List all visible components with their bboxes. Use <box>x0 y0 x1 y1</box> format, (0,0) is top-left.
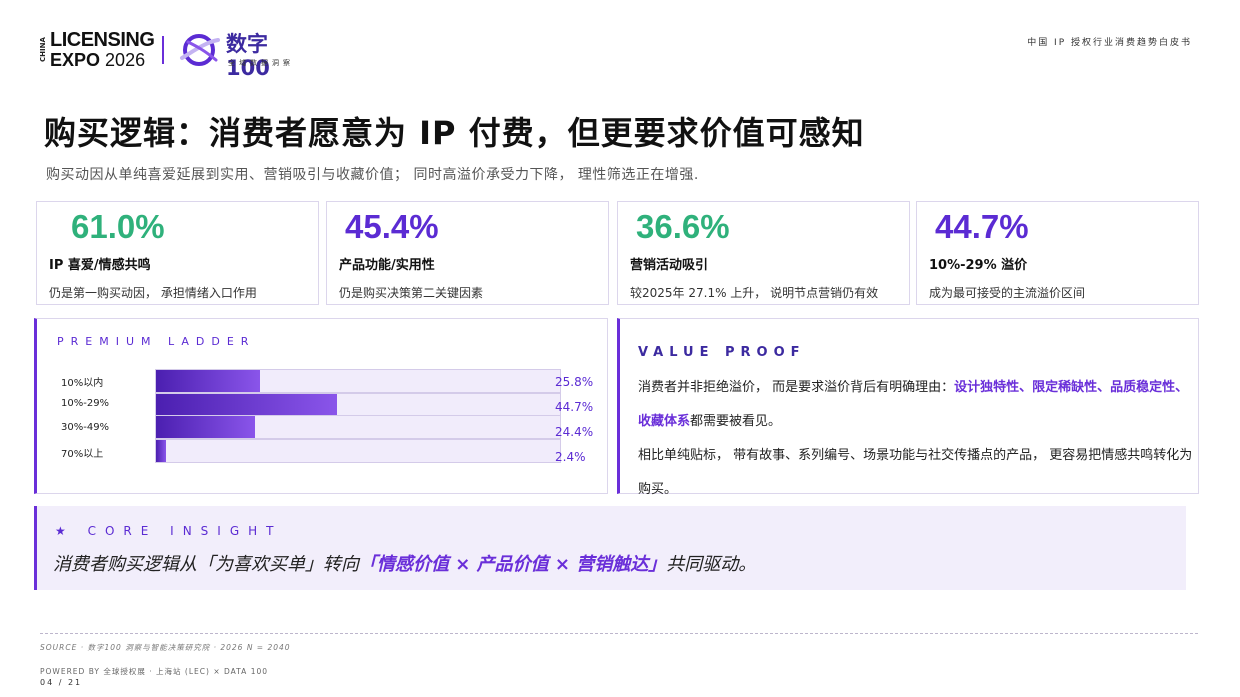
page-number: 04 / 21 <box>40 678 83 687</box>
kpi-value: 61.0% <box>71 208 165 245</box>
ladder-track <box>155 439 561 463</box>
ladder-bar <box>156 394 337 416</box>
kpi-description: 较2025年 27.1% 上升， 说明节点营销仍有效 <box>630 286 879 300</box>
insight-highlight: 「情感价值 × 产品价值 × 营销触达」 <box>359 554 667 575</box>
kpi-value: 45.4% <box>345 208 439 245</box>
kpi-card-premium: 44.7% 10%-29% 溢价 成为最可接受的主流溢价区间 <box>916 201 1199 305</box>
ladder-row-label: 30%-49% <box>61 422 110 433</box>
insight-text-b: 共同驱动。 <box>666 554 757 575</box>
kpi-value: 36.6% <box>636 208 730 245</box>
proof-paragraph-2: 相比单纯贴标， 带有故事、系列编号、场景功能与社交传播点的产品， 更容易把情感共… <box>638 448 1193 497</box>
data100-logo-icon <box>180 34 220 66</box>
logo-expo-year: 2026 <box>105 50 146 70</box>
kpi-label: 产品功能/实用性 <box>339 258 435 273</box>
ladder-bar <box>156 370 261 392</box>
value-proof-panel: VALUE PROOF 消费者并非拒绝溢价， 而是要求溢价背后有明确理由：设计独… <box>617 318 1199 497</box>
star-icon: ★ <box>55 524 75 538</box>
premium-ladder-panel: PREMIUM LADDER 10%以内 25.8% 10%-29% 44.7%… <box>34 318 608 494</box>
brand-subtitle: 全域数据洞察 <box>228 59 294 67</box>
ladder-track <box>155 393 561 417</box>
ladder-row-value: 25.8% <box>555 375 594 389</box>
logo-expo-text: EXPO 2026 <box>50 50 145 70</box>
insight-text-a: 消费者购买逻辑从「为喜欢买单」转向 <box>53 554 359 575</box>
brand-name: 数字100 <box>226 32 270 80</box>
footer-source: SOURCE · 数字100 洞察与智能决策研究院 · 2026 N = 204… <box>40 643 291 652</box>
kpi-label: 10%-29% 溢价 <box>929 258 1028 273</box>
kpi-label: 营销活动吸引 <box>630 258 709 273</box>
core-insight-panel: ★ CORE INSIGHT 消费者购买逻辑从「为喜欢买单」转向「情感价值 × … <box>34 506 1186 590</box>
ladder-row-label: 10%-29% <box>61 398 110 409</box>
proof-paragraph-1: 消费者并非拒绝溢价， 而是要求溢价背后有明确理由：设计独特性、限定稀缺性、品质稳… <box>638 371 1200 439</box>
ladder-row-value: 44.7% <box>555 400 594 414</box>
document-title: 中国 IP 授权行业消费趋势白皮书 <box>1027 38 1192 48</box>
header-logos: CHINA LICENSING EXPO 2026 数字100 全域数据洞察 <box>38 30 306 80</box>
logo-expo-word: EXPO <box>50 50 101 70</box>
logo-divider <box>162 36 164 64</box>
ladder-row-value: 24.4% <box>555 425 594 439</box>
proof-title: VALUE PROOF <box>638 345 806 360</box>
kpi-description: 成为最可接受的主流溢价区间 <box>929 286 1086 300</box>
ladder-row-label: 10%以内 <box>61 378 104 389</box>
ladder-track <box>155 415 561 439</box>
proof-text-b: 都需要被看见。 <box>690 414 782 429</box>
ladder-bar <box>156 416 255 438</box>
logo-licensing-text: LICENSING <box>50 29 155 51</box>
footer-divider <box>40 633 1198 634</box>
kpi-card-marketing: 36.6% 营销活动吸引 较2025年 27.1% 上升， 说明节点营销仍有效 <box>617 201 910 305</box>
footer-powered-by: POWERED BY 全球授权展 · 上海站 (LEC) × DATA 100 <box>40 667 269 676</box>
proof-text-a: 消费者并非拒绝溢价， 而是要求溢价背后有明确理由： <box>638 380 955 395</box>
kpi-label: IP 喜爱/情感共鸣 <box>49 258 151 273</box>
kpi-description: 仍是第一购买动因， 承担情绪入口作用 <box>49 286 257 300</box>
logo-china-text: CHINA <box>39 37 47 63</box>
kpi-description: 仍是购买决策第二关键因素 <box>339 286 484 300</box>
insight-title-text: CORE INSIGHT <box>87 524 283 538</box>
kpi-card-ip-love: 61.0% IP 喜爱/情感共鸣 仍是第一购买动因， 承担情绪入口作用 <box>36 201 319 305</box>
ladder-row-value: 2.4% <box>555 450 586 464</box>
insight-statement: 消费者购买逻辑从「为喜欢买单」转向「情感价值 × 产品价值 × 营销触达」共同驱… <box>53 550 756 576</box>
insight-title: ★ CORE INSIGHT <box>55 524 282 538</box>
licensing-expo-logo: CHINA LICENSING EXPO 2026 <box>38 30 155 70</box>
page-title: 购买逻辑：消费者愿意为 IP 付费，但更要求价值可感知 <box>44 114 865 152</box>
ladder-bar <box>156 440 166 462</box>
ladder-row-label: 70%以上 <box>61 449 104 460</box>
proof-paragraphs: 消费者并非拒绝溢价， 而是要求溢价背后有明确理由：设计独特性、限定稀缺性、品质稳… <box>638 371 1200 507</box>
page-subtitle: 购买动因从单纯喜爱延展到实用、营销吸引与收藏价值； 同时高溢价承受力下降， 理性… <box>46 167 699 183</box>
ladder-title: PREMIUM LADDER <box>57 335 256 348</box>
kpi-value: 44.7% <box>935 208 1029 245</box>
ladder-track <box>155 369 561 393</box>
kpi-card-utility: 45.4% 产品功能/实用性 仍是购买决策第二关键因素 <box>326 201 609 305</box>
